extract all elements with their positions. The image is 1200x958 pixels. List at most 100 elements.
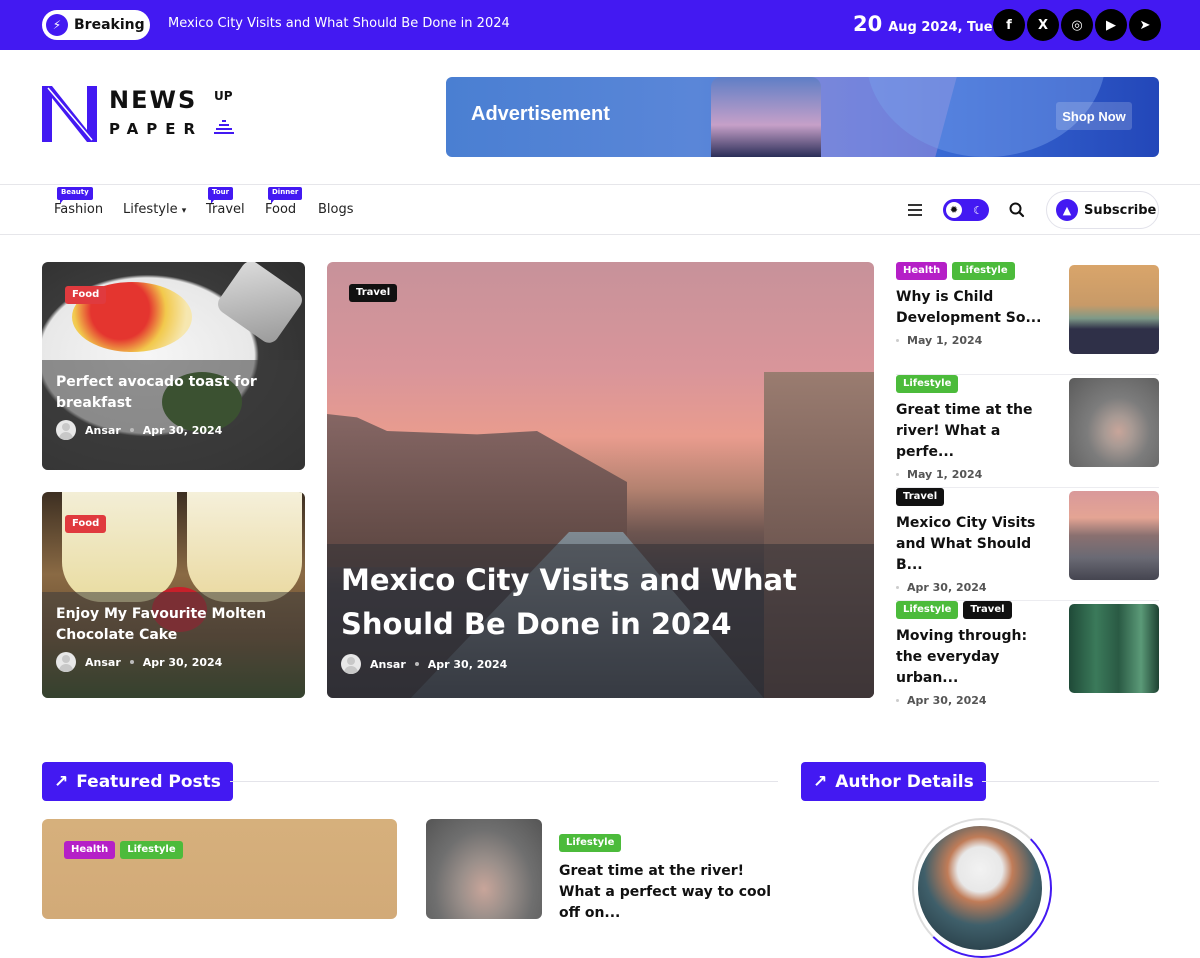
hero-title[interactable]: Mexico City Visits and What Should Be Do… (341, 558, 811, 646)
author-name[interactable]: Ansar (85, 424, 121, 437)
section-divider (230, 781, 778, 782)
hero-meta: Ansar Apr 30, 2024 (341, 654, 860, 674)
category-tag-lifestyle[interactable]: Lifestyle (120, 841, 183, 859)
section-divider (982, 781, 1159, 782)
subscribe-button[interactable]: ▲ Subscribe (1046, 191, 1159, 229)
post-title[interactable]: Great time at the river! What a perfe... (896, 400, 1056, 463)
category-tag-food[interactable]: Food (65, 286, 107, 304)
post-date: Apr 30, 2024 (142, 655, 223, 669)
category-tag-travel[interactable]: Travel (896, 488, 945, 506)
post-title[interactable]: Perfect avocado toast for breakfast (56, 372, 291, 414)
dark-mode-toggle[interactable]: ✹ ☾ (943, 199, 989, 221)
advertisement-banner[interactable]: Advertisement Shop Now (446, 77, 1159, 157)
chevron-down-icon: ▾ (181, 206, 187, 216)
post-date: Apr 30, 2024 (427, 657, 508, 671)
date-rest: Aug 2024, Tue (888, 20, 993, 35)
subscribe-label: Subscribe (1084, 202, 1157, 218)
social-links: f X ◎ ▶ ➤ (993, 9, 1161, 41)
category-tag-travel[interactable]: Travel (963, 601, 1012, 619)
arrow-up-right-icon: ↗ (813, 771, 828, 792)
post-date: Apr 30, 2024 (142, 423, 223, 437)
author-name[interactable]: Ansar (85, 656, 121, 669)
nav-badge-tour: Tour (208, 187, 234, 204)
sun-icon: ✹ (946, 202, 962, 218)
post-meta: Ansar Apr 30, 2024 (56, 652, 291, 672)
category-tag-lifestyle[interactable]: Lifestyle (896, 601, 959, 619)
category-tag-health[interactable]: Health (64, 841, 116, 859)
author-avatar-image[interactable] (918, 826, 1042, 950)
featured-thumbnail[interactable] (426, 819, 542, 919)
search-icon[interactable] (1008, 201, 1026, 219)
nav-item-lifestyle[interactable]: Lifestyle ▾ (123, 202, 186, 217)
post-date: May 1, 2024 (896, 468, 1159, 481)
category-tag-health[interactable]: Health (896, 262, 948, 280)
breaking-badge: ⚡ Breaking (42, 10, 150, 40)
post-card[interactable]: Food Enjoy My Favourite Molten Chocolate… (42, 492, 305, 698)
post-date-text: Apr 30, 2024 (907, 581, 987, 594)
author-avatar (56, 652, 76, 672)
post-title[interactable]: Great time at the river! What a perfect … (559, 861, 784, 924)
post-thumbnail[interactable] (1069, 265, 1159, 354)
ad-model-image (711, 77, 821, 157)
post-title[interactable]: Moving through: the everyday urban... (896, 626, 1056, 689)
site-logo[interactable]: NEWS PAPER UP (42, 86, 242, 146)
x-twitter-icon[interactable]: X (1027, 9, 1059, 41)
post-date: Apr 30, 2024 (896, 581, 1159, 594)
ad-label: Advertisement (471, 103, 610, 125)
post-date-text: Apr 30, 2024 (907, 694, 987, 707)
featured-posts-heading: ↗ Featured Posts (42, 762, 233, 801)
author-name[interactable]: Ansar (370, 658, 406, 671)
author-avatar (341, 654, 361, 674)
side-post[interactable]: Travel Mexico City Visits and What Shoul… (896, 488, 1159, 601)
post-meta: Ansar Apr 30, 2024 (56, 420, 291, 440)
category-tag-travel[interactable]: Travel (349, 284, 398, 302)
top-bar: ⚡ Breaking Mexico City Visits and What S… (0, 0, 1200, 50)
logo-word-paper: PAPER (109, 120, 204, 138)
logo-stack-icon (214, 120, 234, 134)
post-thumbnail[interactable] (1069, 491, 1159, 580)
meta-separator (129, 660, 134, 664)
post-thumbnail[interactable] (1069, 378, 1159, 467)
telegram-icon[interactable]: ➤ (1129, 9, 1161, 41)
youtube-icon[interactable]: ▶ (1095, 9, 1127, 41)
author-details-heading: ↗ Author Details (801, 762, 986, 801)
author-details-title: Author Details (835, 771, 974, 792)
category-tag-lifestyle[interactable]: Lifestyle (952, 262, 1015, 280)
featured-second-post: Lifestyle Great time at the river! What … (559, 830, 784, 924)
nav-item-blogs[interactable]: Blogs (318, 202, 354, 217)
side-post[interactable]: Health Lifestyle Why is Child Developmen… (896, 262, 1159, 375)
category-tag-food[interactable]: Food (65, 515, 107, 533)
logo-n-icon (42, 86, 97, 142)
side-post[interactable]: Lifestyle Travel Moving through: the eve… (896, 601, 1159, 714)
post-date: Apr 30, 2024 (896, 694, 1159, 707)
post-overlay: Enjoy My Favourite Molten Chocolate Cake… (42, 592, 305, 698)
post-tags: Health Lifestyle (64, 841, 183, 859)
breaking-label: Breaking (74, 17, 145, 33)
nav-item-fashion[interactable]: Fashion (54, 202, 103, 217)
nav-badge-dinner: Dinner (268, 187, 303, 204)
category-tag-lifestyle[interactable]: Lifestyle (896, 375, 959, 393)
moon-icon: ☾ (973, 203, 983, 217)
bell-icon: ▲ (1056, 199, 1078, 221)
nav-item-travel[interactable]: Travel (206, 202, 245, 217)
bolt-icon: ⚡ (46, 14, 68, 36)
post-title[interactable]: Why is Child Development So... (896, 287, 1056, 329)
hamburger-menu-icon[interactable] (908, 204, 922, 216)
post-image-cutlery (214, 262, 305, 347)
instagram-icon[interactable]: ◎ (1061, 9, 1093, 41)
shop-now-button[interactable]: Shop Now (1056, 102, 1132, 130)
category-tag-lifestyle[interactable]: Lifestyle (559, 834, 622, 852)
meta-separator (414, 662, 419, 666)
author-avatar (56, 420, 76, 440)
nav-item-food[interactable]: Food (265, 202, 296, 217)
breaking-ticker-link[interactable]: Mexico City Visits and What Should Be Do… (168, 16, 510, 31)
hero-post-card[interactable]: Travel Mexico City Visits and What Shoul… (327, 262, 874, 698)
post-title[interactable]: Mexico City Visits and What Should B... (896, 513, 1056, 576)
post-card[interactable]: Food Perfect avocado toast for breakfast… (42, 262, 305, 470)
post-image-glass-2 (187, 492, 302, 602)
post-title[interactable]: Enjoy My Favourite Molten Chocolate Cake (56, 604, 291, 646)
facebook-icon[interactable]: f (993, 9, 1025, 41)
post-thumbnail[interactable] (1069, 604, 1159, 693)
side-post[interactable]: Lifestyle Great time at the river! What … (896, 375, 1159, 488)
featured-main-card[interactable]: Health Lifestyle (42, 819, 397, 919)
